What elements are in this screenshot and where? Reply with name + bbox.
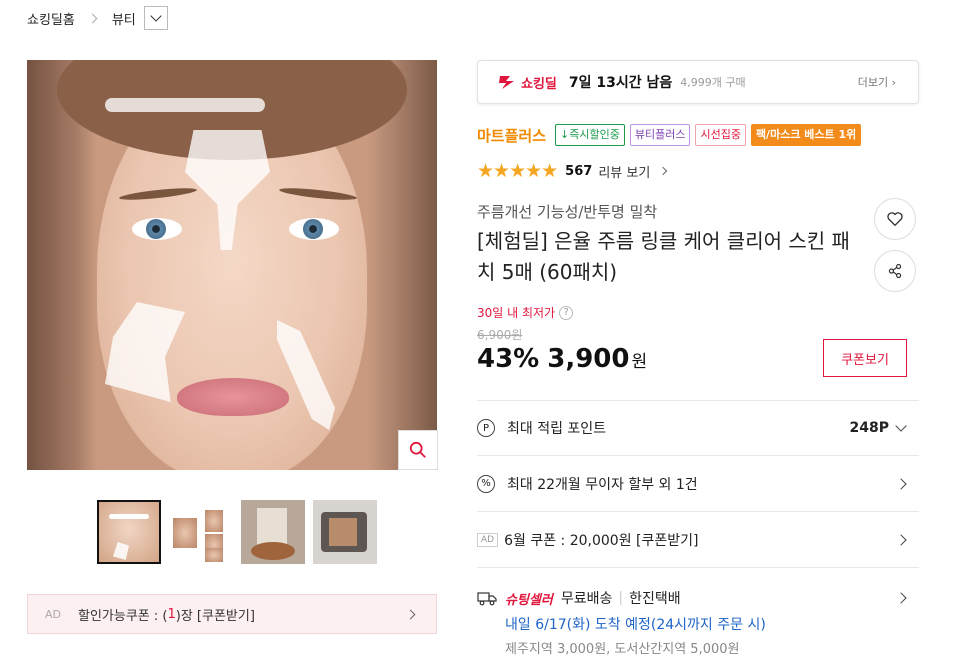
june-coupon-label: 6월 쿠폰 : 20,000원 [쿠폰받기] bbox=[504, 532, 699, 549]
lightning-icon bbox=[499, 76, 514, 89]
heart-icon bbox=[887, 212, 903, 226]
zoom-button[interactable] bbox=[398, 430, 438, 470]
chevron-right-icon bbox=[87, 13, 98, 23]
chevron-right-icon bbox=[895, 477, 907, 490]
june-coupon-row[interactable]: AD 6월 쿠폰 : 20,000원 [쿠폰받기] bbox=[477, 511, 919, 567]
attention-badge: 시선집중 bbox=[695, 124, 746, 146]
share-icon bbox=[888, 263, 902, 279]
category-dropdown-button[interactable] bbox=[143, 6, 168, 30]
wishlist-button[interactable] bbox=[874, 198, 916, 240]
deal-time-left: 7일 13시간 남음 bbox=[568, 75, 673, 91]
thumbnail-list bbox=[97, 500, 377, 564]
delivery-date: 내일 6/17(화) 도착 예정(24시까지 주문 시) bbox=[505, 617, 766, 633]
truck-icon bbox=[477, 592, 497, 606]
original-price: 6,900원 bbox=[477, 328, 523, 342]
chevron-down-icon bbox=[150, 10, 162, 22]
product-subtitle: 주름개선 기능성/반투명 밀착 bbox=[477, 203, 658, 221]
price-currency: 원 bbox=[631, 352, 648, 372]
sale-price: 43% 3,900 원 bbox=[477, 344, 647, 374]
deal-more-link[interactable]: 더보기 › bbox=[858, 74, 896, 90]
price-value: 3,900 bbox=[547, 344, 630, 374]
free-shipping-label: 무료배송 bbox=[560, 591, 613, 607]
badge-row: 마트플러스 ↓즉시할인중 뷰티플러스 시선집중 팩/마스크 베스트 1위 bbox=[477, 124, 862, 146]
breadcrumb-category[interactable]: 뷰티 bbox=[112, 9, 136, 28]
discount-coupon-bar[interactable]: AD 할인가능쿠폰 : (1)장 [쿠폰받기] bbox=[27, 594, 437, 634]
rating-row[interactable]: ★★★★★ 567 리뷰 보기 bbox=[477, 160, 668, 182]
deal-sold-count: 4,999개 구매 bbox=[680, 76, 746, 89]
forehead-patch bbox=[105, 98, 265, 112]
point-icon: P bbox=[477, 419, 495, 437]
thumbnail-1[interactable] bbox=[97, 500, 161, 564]
points-value: 248P bbox=[849, 420, 889, 436]
discount-rate: 43% bbox=[477, 344, 540, 374]
thumbnail-3[interactable] bbox=[241, 500, 305, 564]
coupon-count: 1 bbox=[167, 606, 176, 622]
percent-icon: % bbox=[477, 474, 495, 493]
carrier-label: 한진택배 bbox=[629, 591, 681, 607]
shocking-deal-bar: 쇼킹딜 7일 13시간 남음 4,999개 구매 더보기 › bbox=[477, 60, 919, 104]
coupon-prefix: 할인가능쿠폰 : ( bbox=[78, 608, 168, 624]
installment-row[interactable]: % 최대 22개월 무이자 할부 외 1건 bbox=[477, 455, 919, 511]
review-count: 567 bbox=[565, 163, 593, 179]
search-icon bbox=[409, 441, 426, 458]
coupon-view-button[interactable]: 쿠폰보기 bbox=[823, 339, 907, 377]
ad-label: AD bbox=[45, 607, 61, 621]
star-rating-icon: ★★★★★ bbox=[477, 160, 558, 182]
beauty-plus-badge: 뷰티플러스 bbox=[629, 124, 691, 146]
chevron-down-icon bbox=[895, 419, 907, 432]
best-rank-badge: 팩/마스크 베스트 1위 bbox=[750, 124, 862, 146]
installment-label: 최대 22개월 무이자 할부 외 1건 bbox=[507, 476, 698, 493]
chevron-right-icon bbox=[659, 166, 668, 176]
review-link[interactable]: 리뷰 보기 bbox=[598, 162, 650, 181]
brand-label[interactable]: 마트플러스 bbox=[477, 125, 546, 146]
shipping-row[interactable]: 슈팅셀러 무료배송 | 한진택배 내일 6/17(화) 도착 예정(24시까지 … bbox=[477, 567, 919, 656]
chevron-right-icon bbox=[405, 609, 416, 619]
breadcrumb-home[interactable]: 쇼킹딜홈 bbox=[27, 9, 75, 28]
lowest-price-label: 30일 내 최저가 ? bbox=[477, 304, 574, 321]
product-title: [체험딜] 은율 주름 링클 케어 클리어 스킨 패치 5매 (60패치) bbox=[477, 229, 850, 284]
shooting-seller-logo: 슈팅셀러 bbox=[505, 592, 553, 608]
breadcrumb: 쇼킹딜홈 뷰티 bbox=[27, 6, 168, 30]
share-button[interactable] bbox=[874, 250, 916, 292]
help-icon[interactable]: ? bbox=[559, 305, 574, 320]
chevron-right-icon bbox=[895, 533, 907, 546]
thumbnail-4[interactable] bbox=[313, 500, 377, 564]
ad-label: AD bbox=[477, 532, 499, 547]
chevron-right-icon bbox=[895, 592, 907, 604]
coupon-suffix: )장 [쿠폰받기] bbox=[175, 608, 255, 624]
product-main-image[interactable] bbox=[27, 60, 437, 470]
instant-discount-badge: ↓즉시할인중 bbox=[555, 124, 625, 146]
points-label: 최대 적립 포인트 bbox=[507, 421, 607, 437]
points-row[interactable]: P 최대 적립 포인트 248P bbox=[477, 400, 919, 455]
shocking-deal-logo: 쇼킹딜 bbox=[498, 73, 557, 92]
thumbnail-2[interactable] bbox=[169, 500, 233, 564]
extra-shipping-fee: 제주지역 3,000원, 도서산간지역 5,000원 bbox=[505, 642, 740, 656]
divider: | bbox=[618, 590, 624, 606]
